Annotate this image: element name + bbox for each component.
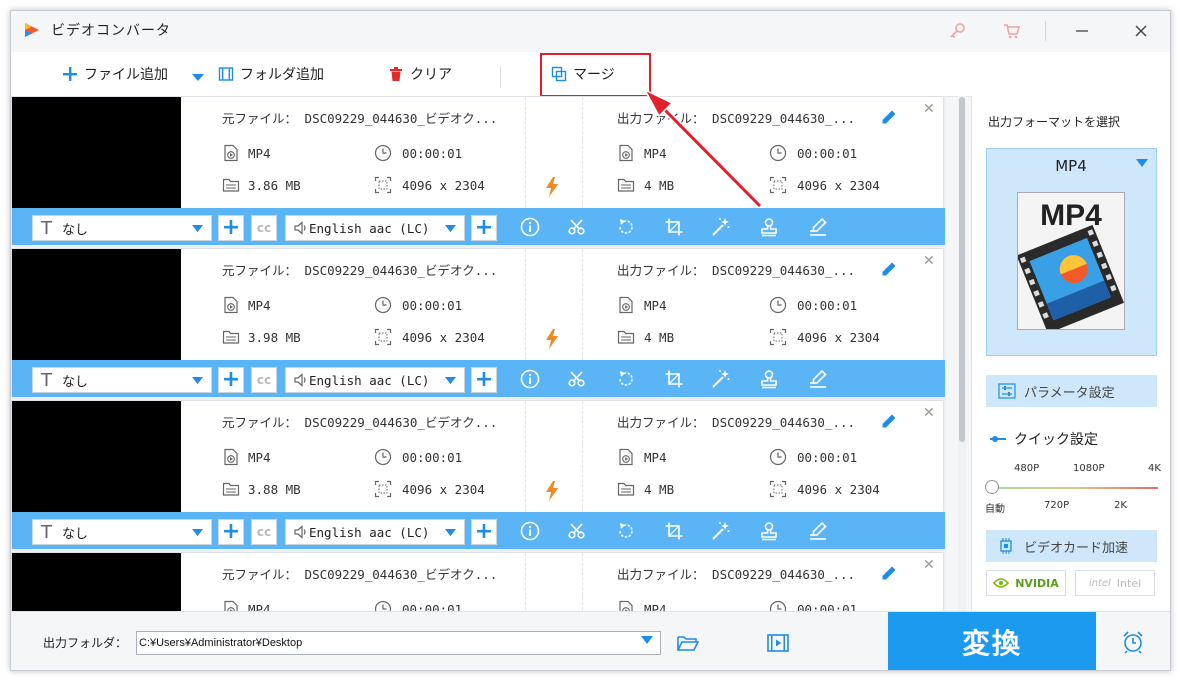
annotation-arrow (643, 88, 763, 209)
